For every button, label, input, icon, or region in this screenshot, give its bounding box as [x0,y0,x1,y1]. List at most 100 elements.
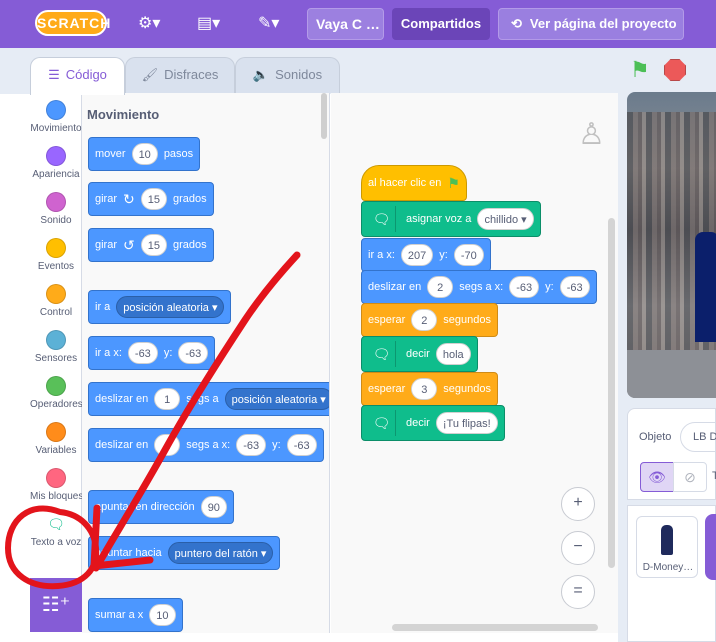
block-turn-left[interactable]: girar ↺ 15 grados [88,228,214,262]
category-sound[interactable]: Sonido [30,189,82,235]
hide-sprite-button[interactable]: ⊘ [673,462,707,492]
edit-pencil-icon[interactable]: ✎▾ [258,12,279,36]
block-glide-to-xy[interactable]: deslizar en 1 segs a x: -63 y: -63 [88,428,324,462]
goto-target-dropdown[interactable]: posición aleatoria ▾ [116,296,225,318]
zoom-out-icon: − [573,538,583,555]
x-input[interactable]: -63 [509,276,540,298]
stage-sprite[interactable] [695,232,716,342]
x-input[interactable]: 207 [400,244,434,266]
block-speak[interactable]: 🗨 decir hola [361,336,478,372]
number-input[interactable]: 10 [131,143,158,165]
category-my-blocks[interactable]: Mis bloques [30,465,82,511]
y-input[interactable]: -63 [286,434,317,456]
block-go-to[interactable]: ir a posición aleatoria ▾ [88,290,232,324]
sprite-thumbnail-image [661,525,673,555]
brush-icon: 🖌 [141,67,159,82]
sprite-thumbnail[interactable]: D-Money… [636,516,698,578]
y-input[interactable]: -70 [453,244,484,266]
block-wait[interactable]: esperar 3 segundos [361,372,499,406]
block-text: asignar voz a [406,213,472,225]
zoom-out-button[interactable]: − [561,531,595,565]
number-input[interactable]: 15 [140,188,167,210]
block-move-steps[interactable]: mover 10 pasos [88,137,201,171]
block-text: ir a [95,301,111,313]
share-button[interactable]: Compartidos [392,8,490,40]
speaker-icon: 🔈 [252,67,270,82]
category-menu: Movimiento Apariencia Sonido Eventos Con… [30,93,82,578]
scratch-logo[interactable]: SCRATCH [35,10,110,36]
block-speak[interactable]: 🗨 decir ¡Tu flipas! [361,405,505,441]
block-text: deslizar en [95,393,149,405]
block-turn-right[interactable]: girar ↻ 15 grados [88,182,214,216]
sprite-thumbnail-name: D-Money… [642,562,694,573]
see-project-page-button[interactable]: ⟲ Ver página del proyecto [498,8,684,40]
stage-canvas[interactable] [627,92,716,398]
category-looks[interactable]: Apariencia [30,143,82,189]
speech-text-input[interactable]: hola [435,343,471,365]
selected-sprite-thumbnail[interactable] [705,514,716,580]
category-control-dot [46,284,66,304]
category-operators-label: Operadores [30,399,82,410]
seconds-input[interactable]: 1 [154,434,181,456]
number-input[interactable]: 10 [149,604,176,626]
block-text: segundos [443,314,492,326]
y-input[interactable]: -63 [559,276,590,298]
seconds-input[interactable]: 3 [411,378,438,400]
x-input[interactable]: -63 [236,434,267,456]
block-go-to-xy[interactable]: ir a x: -63 y: -63 [88,336,216,370]
block-text: ir a x: [95,347,122,359]
workspace-horizontal-scrollbar[interactable] [392,624,598,631]
palette-scrollbar[interactable] [321,93,327,139]
tab-costumes-label: Disfraces [164,67,219,82]
code-icon: ☰ [48,67,60,82]
block-change-x[interactable]: sumar a x 10 [88,598,183,632]
block-point-towards[interactable]: apuntar hacia puntero del ratón ▾ [88,536,281,570]
category-text-to-speech[interactable]: 🗨 Texto a voz [30,511,82,557]
category-sensing[interactable]: Sensores [30,327,82,373]
file-menu-icon[interactable]: ▤▾ [197,12,220,36]
sprite-name-input[interactable]: LB D [680,422,716,452]
number-input[interactable]: 15 [140,234,167,256]
seconds-input[interactable]: 2 [427,276,454,298]
category-motion[interactable]: Movimiento [30,97,82,143]
block-when-flag-clicked[interactable]: al hacer clic en ⚑ [361,165,467,201]
zoom-in-button[interactable]: + [561,487,595,521]
tab-sounds[interactable]: 🔈 Sonidos [235,57,340,93]
workspace-vertical-scrollbar[interactable] [608,218,615,568]
zoom-in-icon: + [573,494,583,511]
y-input[interactable]: -63 [178,342,209,364]
seconds-input[interactable]: 2 [411,309,438,331]
block-wait[interactable]: esperar 2 segundos [361,303,499,337]
tab-costumes[interactable]: 🖌 Disfraces [125,57,235,93]
zoom-reset-button[interactable]: = [561,575,595,609]
voice-dropdown[interactable]: chillido ▾ [477,208,534,230]
dropdown-value: posición aleatoria [123,302,209,314]
add-extension-button[interactable]: ☷⁺ [30,578,82,632]
block-go-to-xy[interactable]: ir a x: 207 y: -70 [361,238,491,272]
project-title-input[interactable]: Vaya C … [307,8,384,40]
block-glide-to[interactable]: deslizar en 1 segs a posición aleatoria ▾ [88,382,329,416]
category-variables[interactable]: Variables [30,419,82,465]
block-glide-to-xy[interactable]: deslizar en 2 segs a x: -63 y: -63 [361,270,597,304]
block-text: y: [272,439,281,451]
settings-gear-icon[interactable]: ⚙▾ [138,12,160,36]
x-input[interactable]: -63 [127,342,158,364]
block-text: girar [95,193,118,205]
point-towards-dropdown[interactable]: puntero del ratón ▾ [167,542,274,564]
block-point-in-direction[interactable]: apuntar en dirección 90 [88,490,234,524]
category-operators[interactable]: Operadores [30,373,82,419]
block-text: segs a x: [186,439,231,451]
category-events[interactable]: Eventos [30,235,82,281]
tab-code[interactable]: ☰ Código [30,57,125,95]
category-control-label: Control [39,307,73,318]
green-flag-icon[interactable]: ⚑ [630,58,654,82]
block-text: segs a [186,393,219,405]
show-sprite-button[interactable]: 👁 [640,462,674,492]
category-control[interactable]: Control [30,281,82,327]
block-set-voice[interactable]: 🗨 asignar voz a chillido ▾ [361,201,541,237]
speech-text-input[interactable]: ¡Tu flipas! [435,412,498,434]
direction-input[interactable]: 90 [200,496,227,518]
glide-target-dropdown[interactable]: posición aleatoria ▾ [224,388,329,410]
text-to-speech-icon: 🗨 [368,341,396,367]
seconds-input[interactable]: 1 [154,388,181,410]
